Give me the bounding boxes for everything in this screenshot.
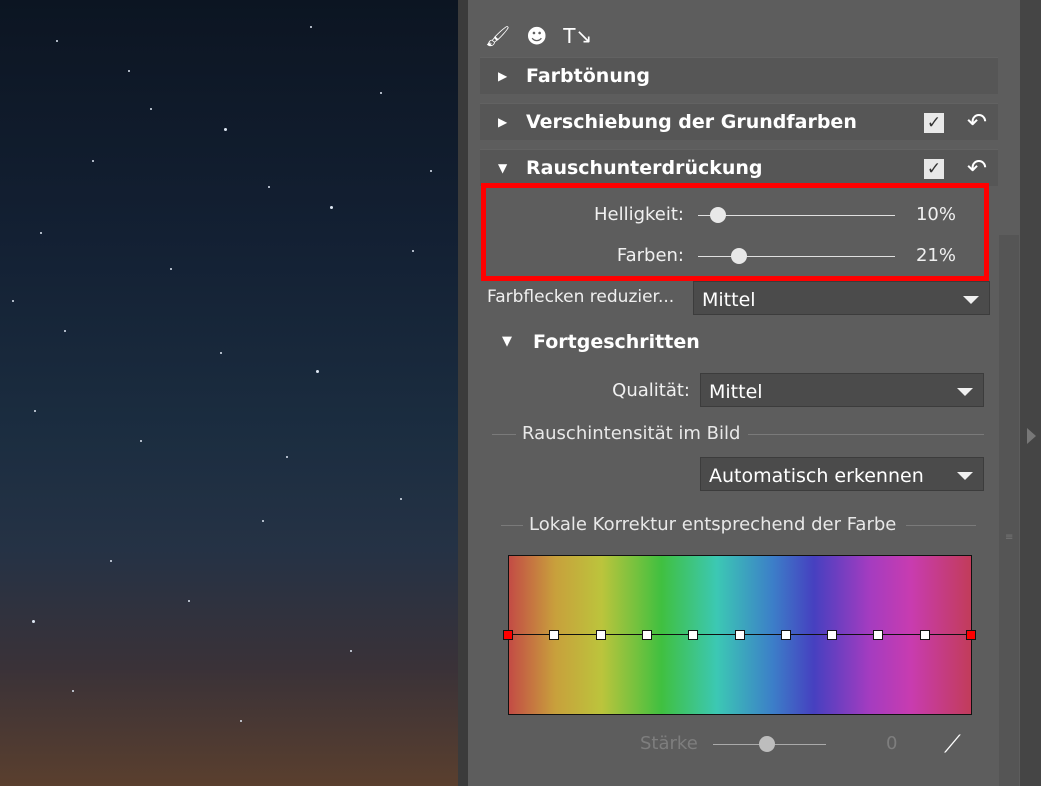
chevron-down-icon[interactable]: ▼ xyxy=(498,150,507,186)
panel-splitter[interactable] xyxy=(458,0,468,786)
tool-icons: 🖌 ☻ T↘ xyxy=(485,22,592,50)
star xyxy=(12,300,14,302)
qualitaet-dropdown[interactable]: Mittel xyxy=(700,373,984,407)
curve-control-point[interactable] xyxy=(734,630,745,640)
section-title: Farbtönung xyxy=(526,65,650,87)
expand-right-icon[interactable] xyxy=(1027,428,1036,444)
curve-control-point[interactable] xyxy=(827,630,838,640)
enable-checkbox[interactable]: ✓ xyxy=(924,159,944,179)
staerke-slider-handle[interactable] xyxy=(759,736,775,752)
star xyxy=(170,268,172,270)
curve-control-point[interactable] xyxy=(641,630,652,640)
chevron-right-icon[interactable]: ▶ xyxy=(498,104,507,140)
star xyxy=(34,410,36,412)
rauschintensitaet-label: Rauschintensität im Bild xyxy=(522,423,741,444)
qualitaet-label: Qualität: xyxy=(612,380,690,401)
brush-icon[interactable]: 🖌 xyxy=(485,22,510,50)
scroll-grip-icon[interactable]: ≡ xyxy=(1005,533,1015,551)
star xyxy=(92,160,94,162)
section-title: Rauschunterdrückung xyxy=(526,157,763,179)
section-farbtoenung[interactable]: ▶ Farbtönung xyxy=(480,57,998,94)
section-verschiebung[interactable]: ▶ Verschiebung der Grundfarben ✓ ↶ xyxy=(480,103,998,140)
star xyxy=(110,560,112,562)
star xyxy=(268,186,270,188)
chevron-down-icon xyxy=(963,296,979,304)
star xyxy=(32,620,35,623)
helligkeit-track[interactable] xyxy=(698,215,895,216)
enable-checkbox[interactable]: ✓ xyxy=(924,113,944,133)
farben-value: 21% xyxy=(915,245,956,266)
chevron-down-icon[interactable]: ▼ xyxy=(502,326,512,358)
star xyxy=(350,650,352,652)
fortgeschritten-title[interactable]: Fortgeschritten xyxy=(533,326,700,358)
star xyxy=(128,70,130,72)
curve-endpoint[interactable] xyxy=(503,630,513,640)
panel-scrollbar[interactable] xyxy=(999,235,1019,786)
curve-control-point[interactable] xyxy=(549,630,560,640)
star xyxy=(150,108,152,110)
star xyxy=(140,440,142,442)
star xyxy=(188,600,190,602)
star xyxy=(316,370,319,373)
curve-control-point[interactable] xyxy=(688,630,699,640)
text-icon[interactable]: T↘ xyxy=(563,22,592,50)
staerke-value: 0 xyxy=(886,733,898,754)
helligkeit-label: Helligkeit: xyxy=(593,204,684,225)
undo-icon[interactable]: ↶ xyxy=(964,108,990,136)
star xyxy=(380,92,382,94)
star xyxy=(330,206,333,209)
star xyxy=(262,520,264,522)
helligkeit-slider-handle[interactable] xyxy=(709,207,726,223)
chevron-down-icon xyxy=(957,388,973,396)
mask-icon[interactable]: ☻ xyxy=(526,22,547,50)
curve-control-point[interactable] xyxy=(873,630,884,640)
right-edge-bar xyxy=(1020,0,1041,786)
star xyxy=(412,250,414,252)
star xyxy=(400,498,402,500)
farbflecken-dropdown[interactable]: Mittel xyxy=(693,281,990,315)
rauschintensitaet-dropdown[interactable]: Automatisch erkennen xyxy=(700,457,984,491)
staerke-label: Stärke xyxy=(640,733,698,754)
star xyxy=(240,720,242,722)
chevron-right-icon[interactable]: ▶ xyxy=(498,58,507,94)
eyedropper-icon[interactable]: ⟋ xyxy=(944,730,961,758)
star xyxy=(220,352,222,354)
dropdown-value: Mittel xyxy=(709,381,763,403)
star xyxy=(430,170,432,172)
divider xyxy=(492,434,516,435)
dropdown-value: Mittel xyxy=(702,289,756,311)
curve-control-point[interactable] xyxy=(595,630,606,640)
lokale-korrektur-label: Lokale Korrektur entsprechend der Farbe xyxy=(529,514,897,535)
star xyxy=(40,232,42,234)
curve-endpoint[interactable] xyxy=(966,630,976,640)
chevron-down-icon xyxy=(957,472,973,480)
undo-icon[interactable]: ↶ xyxy=(964,154,990,182)
star xyxy=(310,26,312,28)
star xyxy=(64,330,66,332)
highlight-box xyxy=(481,183,989,281)
divider xyxy=(501,525,523,526)
section-title: Verschiebung der Grundfarben xyxy=(526,111,857,133)
star xyxy=(286,456,288,458)
star xyxy=(56,40,58,42)
dropdown-value: Automatisch erkennen xyxy=(709,465,924,487)
farbflecken-label: Farbflecken reduzier... xyxy=(487,287,675,307)
helligkeit-value: 10% xyxy=(915,204,956,225)
divider xyxy=(748,434,984,435)
star xyxy=(224,128,227,131)
photo-preview xyxy=(0,0,458,786)
farben-label: Farben: xyxy=(616,245,684,266)
divider xyxy=(906,525,976,526)
farben-track[interactable] xyxy=(698,256,895,257)
curve-control-point[interactable] xyxy=(919,630,930,640)
star xyxy=(72,690,74,692)
section-rauschunterdrueckung[interactable]: ▼ Rauschunterdrückung ✓ ↶ xyxy=(480,149,998,186)
curve-control-point[interactable] xyxy=(780,630,791,640)
